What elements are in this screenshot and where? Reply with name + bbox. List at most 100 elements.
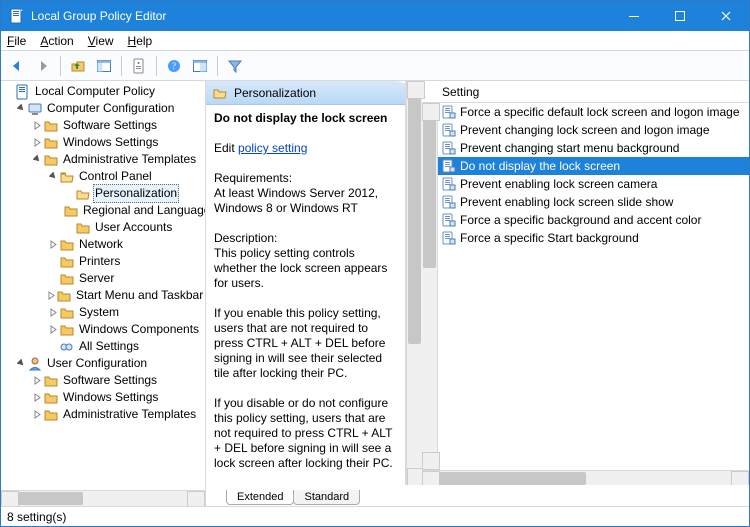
show-hide-tree-button[interactable] (92, 54, 116, 78)
folder-icon (75, 220, 91, 236)
expand-icon[interactable] (31, 376, 43, 385)
tree-item-label: Control Panel (77, 168, 154, 185)
folder-icon (56, 288, 72, 304)
tree-horizontal-scrollbar[interactable] (1, 490, 205, 506)
collapse-icon[interactable] (15, 104, 27, 113)
menu-action[interactable]: Action (40, 34, 73, 48)
folder-icon (43, 152, 59, 168)
policy-item-icon (441, 212, 457, 228)
menu-help[interactable]: Help (128, 34, 153, 48)
toolbar-separator (156, 56, 157, 76)
policy-tree[interactable]: Local Computer Policy Computer Configura… (1, 81, 205, 425)
policy-item-icon (441, 104, 457, 120)
tree-pane: Local Computer Policy Computer Configura… (1, 81, 206, 506)
toolbar-separator (121, 56, 122, 76)
tree-item-label: System (77, 304, 121, 321)
expand-icon[interactable] (47, 325, 59, 334)
forward-button[interactable] (31, 54, 55, 78)
tab-standard[interactable]: Standard (293, 490, 360, 505)
tree-item-label: Printers (77, 253, 122, 270)
list-item-label: Force a specific default lock screen and… (460, 105, 740, 119)
main-area: Local Computer Policy Computer Configura… (1, 81, 749, 506)
menu-view[interactable]: View (88, 34, 114, 48)
tree-item-label: Administrative Templates (61, 151, 198, 168)
settings-list-pane: Setting Force a specific default lock sc… (422, 81, 749, 486)
detail-header: Personalization (206, 81, 406, 105)
list-item[interactable]: Force a specific Start background (438, 229, 749, 247)
toolbar-separator (217, 56, 218, 76)
policy-item-icon (441, 158, 457, 174)
tree-item-label: Windows Settings (61, 389, 160, 406)
collapse-icon[interactable] (31, 155, 43, 164)
policy-item-icon (441, 140, 457, 156)
expand-icon[interactable] (31, 138, 43, 147)
tree-item-label: Start Menu and Taskbar (74, 287, 205, 304)
list-item[interactable]: Force a specific default lock screen and… (438, 103, 749, 121)
folder-open-icon (75, 186, 91, 202)
expand-icon[interactable] (47, 291, 56, 300)
expand-icon[interactable] (47, 240, 59, 249)
column-header-setting[interactable]: Setting (422, 81, 749, 103)
detail-vertical-scrollbar[interactable] (406, 81, 422, 486)
list-item-label: Do not display the lock screen (460, 159, 620, 173)
folder-icon (43, 407, 59, 423)
svg-text:?: ? (172, 61, 176, 71)
policy-item-icon (441, 230, 457, 246)
expand-icon[interactable] (31, 410, 43, 419)
settings-list[interactable]: Force a specific default lock screen and… (438, 103, 749, 470)
list-item-label: Force a specific background and accent c… (460, 213, 701, 227)
expand-icon[interactable] (31, 393, 43, 402)
expand-icon[interactable] (31, 121, 43, 130)
folder-icon (59, 305, 75, 321)
folder-icon (63, 203, 79, 219)
list-item[interactable]: Prevent enabling lock screen slide show (438, 193, 749, 211)
tab-extended[interactable]: Extended (226, 490, 294, 505)
description-label: Description: (214, 231, 277, 245)
menu-file[interactable]: File (7, 34, 26, 48)
app-icon (9, 8, 25, 24)
toolbar-separator (60, 56, 61, 76)
all-settings-icon (59, 339, 75, 355)
detail-paragraph: If you enable this policy setting, users… (214, 306, 385, 380)
folder-icon (59, 322, 75, 338)
close-button[interactable] (703, 1, 749, 31)
folder-icon (43, 118, 59, 134)
help-button[interactable]: ? (162, 54, 186, 78)
tree-item-label: Windows Settings (61, 134, 160, 151)
status-text: 8 setting(s) (7, 510, 66, 524)
expand-icon[interactable] (47, 308, 59, 317)
list-item-label: Prevent changing lock screen and logon i… (460, 123, 710, 137)
options-button[interactable] (188, 54, 212, 78)
detail-body: Do not display the lock screen Edit poli… (206, 105, 405, 486)
folder-icon (59, 237, 75, 253)
list-item[interactable]: Prevent changing lock screen and logon i… (438, 121, 749, 139)
up-button[interactable] (66, 54, 90, 78)
detail-pane: Personalization Do not display the lock … (206, 81, 406, 486)
detail-title: Do not display the lock screen (214, 111, 387, 125)
list-vertical-scrollbar[interactable] (422, 103, 438, 470)
menu-bar: File Action View Help (1, 31, 749, 51)
collapse-icon[interactable] (15, 359, 27, 368)
policy-item-icon (441, 176, 457, 192)
properties-button[interactable] (127, 54, 151, 78)
tree-item-label: Local Computer Policy (33, 83, 157, 100)
list-horizontal-scrollbar[interactable] (422, 470, 749, 486)
requirements-text: At least Windows Server 2012, Windows 8 … (214, 186, 378, 215)
list-item[interactable]: Force a specific background and accent c… (438, 211, 749, 229)
filter-button[interactable] (223, 54, 247, 78)
right-pane: Personalization Do not display the lock … (206, 81, 749, 506)
user-icon (27, 356, 43, 372)
maximize-button[interactable] (657, 1, 703, 31)
minimize-button[interactable] (611, 1, 657, 31)
back-button[interactable] (5, 54, 29, 78)
list-item[interactable]: Prevent changing start menu background (438, 139, 749, 157)
list-item-label: Prevent enabling lock screen slide show (460, 195, 673, 209)
detail-heading: Personalization (234, 86, 316, 100)
edit-policy-link[interactable]: policy setting (238, 141, 307, 155)
policy-item-icon (441, 194, 457, 210)
list-item[interactable]: Do not display the lock screen (438, 157, 749, 175)
collapse-icon[interactable] (47, 172, 59, 181)
folder-icon (43, 373, 59, 389)
tree-item-label: Personalization (93, 184, 179, 203)
list-item[interactable]: Prevent enabling lock screen camera (438, 175, 749, 193)
